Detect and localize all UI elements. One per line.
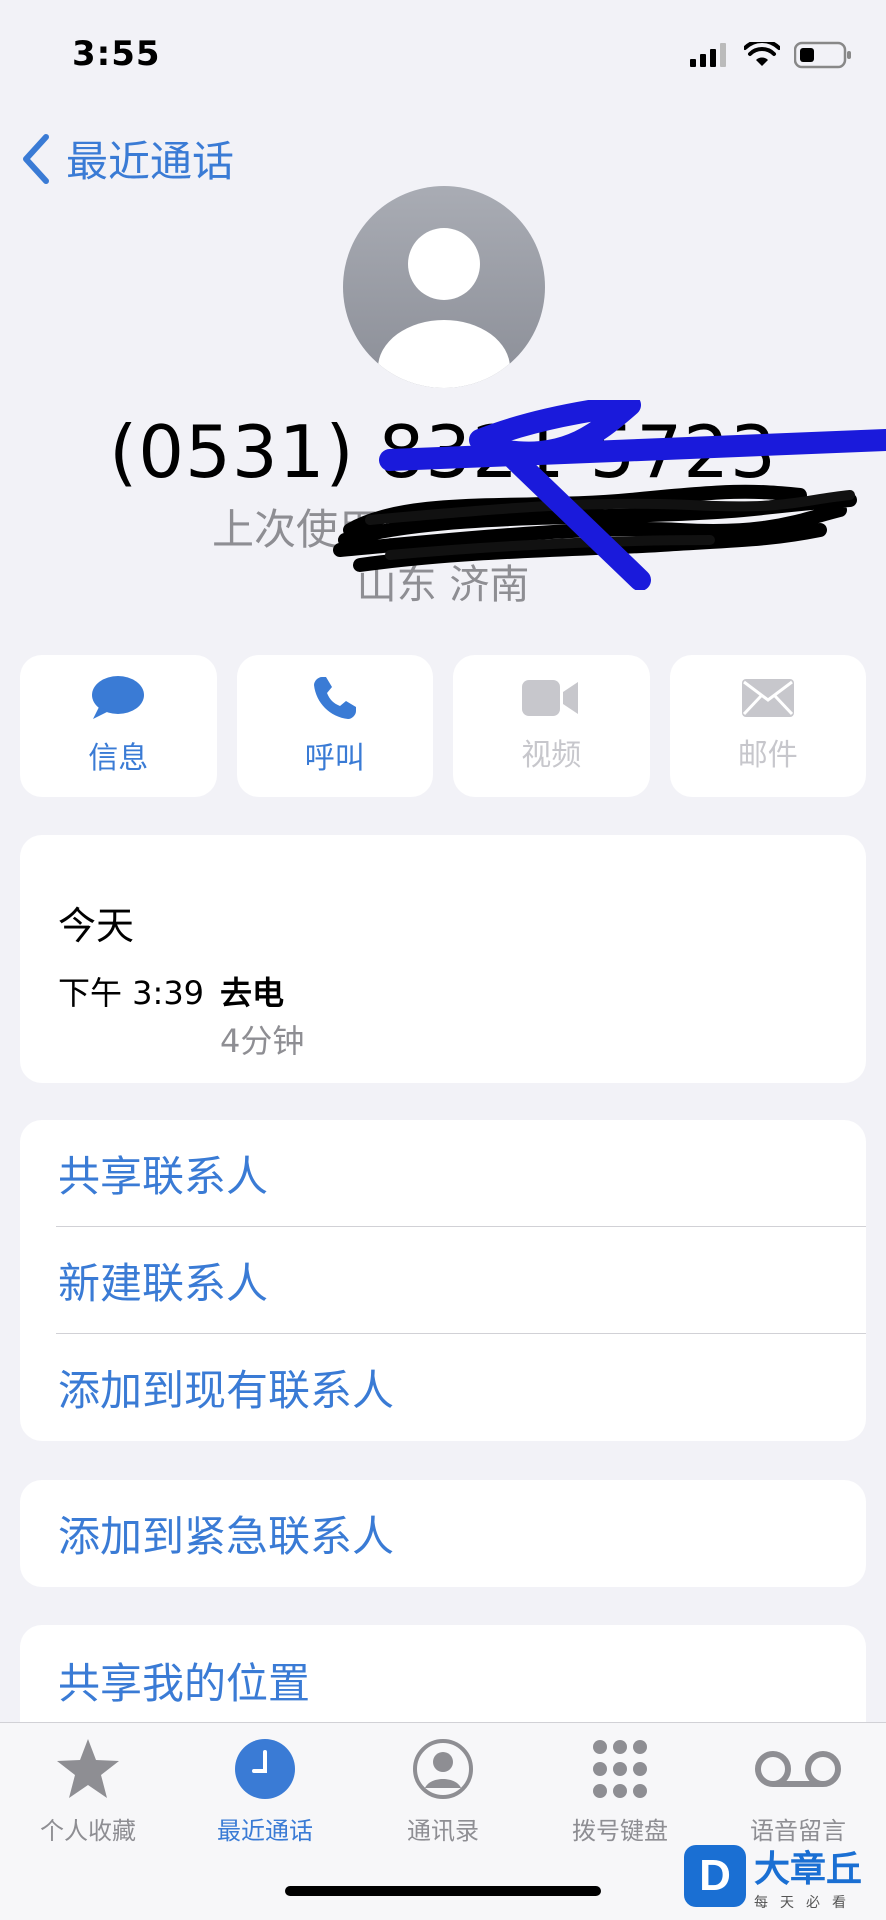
recent-call-duration: 4分钟 <box>220 1022 305 1060</box>
share-contact-label: 共享联系人 <box>58 1152 269 1201</box>
add-to-existing-label: 添加到现有联系人 <box>58 1366 395 1415</box>
new-contact-row[interactable]: 新建联系人 <box>20 1227 866 1334</box>
tab-contacts[interactable]: 通讯录 <box>363 1737 523 1846</box>
message-icon <box>92 676 145 719</box>
mail-icon <box>741 679 794 717</box>
video-icon <box>522 680 579 716</box>
tab-favorites-label: 个人收藏 <box>40 1817 136 1845</box>
contacts-icon <box>413 1739 473 1799</box>
keypad-icon <box>593 1740 647 1798</box>
status-bar: 3:55 <box>0 0 886 110</box>
back-button[interactable]: 最近通话 <box>20 128 234 189</box>
watermark-logo: D <box>684 1845 746 1907</box>
phone-icon <box>313 677 356 719</box>
add-to-existing-row[interactable]: 添加到现有联系人 <box>20 1334 866 1441</box>
clock-icon <box>235 1739 295 1799</box>
tab-keypad-label: 拨号键盘 <box>572 1817 668 1845</box>
recent-call-time: 下午 3:39 <box>58 974 205 1012</box>
cellular-signal-icon <box>690 43 726 67</box>
person-silhouette-icon <box>378 228 510 388</box>
watermark: D 大章丘 每天必看 <box>684 1832 886 1920</box>
wifi-icon <box>744 42 780 66</box>
battery-icon <box>794 41 851 69</box>
status-time: 3:55 <box>72 34 161 74</box>
redaction-scribble <box>333 400 886 590</box>
contact-options-card: 共享联系人 新建联系人 添加到现有联系人 <box>20 1120 866 1441</box>
recent-call-type: 去电 <box>220 974 285 1012</box>
contact-avatar <box>343 186 545 388</box>
video-button[interactable]: 视频 <box>453 655 650 797</box>
share-contact-row[interactable]: 共享联系人 <box>20 1120 866 1227</box>
tab-voicemail[interactable]: 语音留言 <box>718 1737 878 1846</box>
tab-contacts-label: 通讯录 <box>407 1817 479 1845</box>
recent-calls-card: 今天 下午 3:39 去电 4分钟 <box>20 835 866 1083</box>
voicemail-icon <box>755 1751 841 1787</box>
new-contact-label: 新建联系人 <box>58 1259 269 1308</box>
video-label: 视频 <box>521 738 582 773</box>
tab-keypad[interactable]: 拨号键盘 <box>540 1737 700 1846</box>
add-emergency-label: 添加到紧急联系人 <box>58 1512 395 1561</box>
recent-day: 今天 <box>58 904 135 948</box>
call-label: 呼叫 <box>304 741 365 776</box>
back-label: 最近通话 <box>66 137 235 186</box>
message-label: 信息 <box>88 741 149 776</box>
action-buttons: 信息 呼叫 视频 邮件 <box>20 655 866 797</box>
message-button[interactable]: 信息 <box>20 655 217 797</box>
mail-label: 邮件 <box>737 738 798 773</box>
share-location-row[interactable]: 共享我的位置 <box>20 1625 866 1735</box>
tab-favorites[interactable]: 个人收藏 <box>8 1737 168 1846</box>
share-location-label: 共享我的位置 <box>58 1658 311 1708</box>
emergency-card: 添加到紧急联系人 <box>20 1480 866 1587</box>
call-button[interactable]: 呼叫 <box>236 655 433 797</box>
tab-recents[interactable]: 最近通话 <box>185 1737 345 1846</box>
add-emergency-row[interactable]: 添加到紧急联系人 <box>20 1480 866 1587</box>
watermark-text: 大章丘 每天必看 <box>754 1840 862 1912</box>
watermark-slogan: 每天必看 <box>754 1895 858 1911</box>
home-indicator[interactable] <box>285 1886 601 1896</box>
tab-recents-label: 最近通话 <box>217 1817 313 1845</box>
chevron-left-icon <box>23 133 49 184</box>
status-icons <box>690 38 852 72</box>
star-icon <box>57 1739 119 1798</box>
watermark-name: 大章丘 <box>754 1849 863 1890</box>
mail-button[interactable]: 邮件 <box>669 655 866 797</box>
